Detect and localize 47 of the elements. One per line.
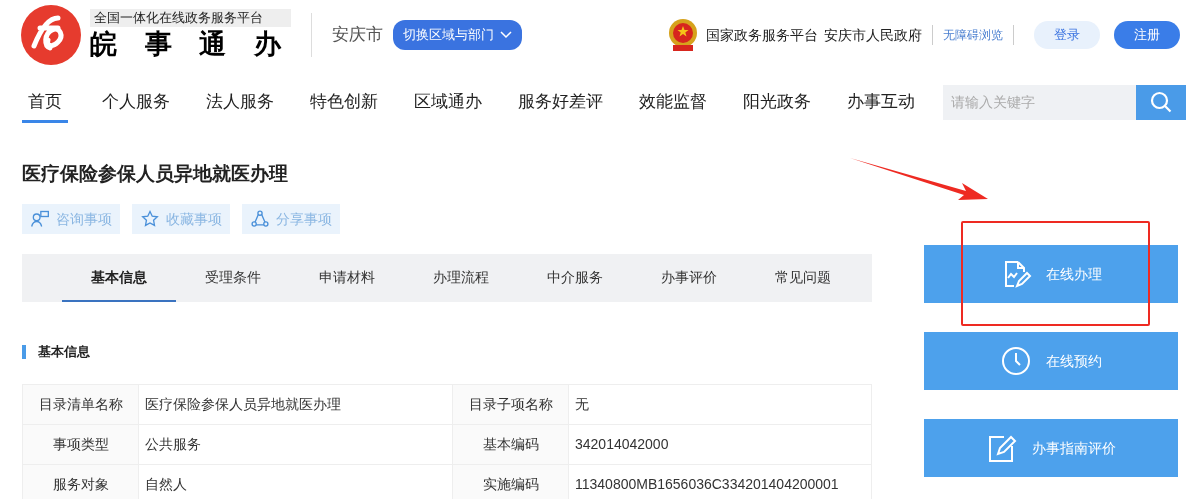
field-label: 实施编码 bbox=[452, 464, 569, 499]
nav-item[interactable]: 区域通办 bbox=[412, 80, 484, 124]
star-icon bbox=[140, 209, 160, 229]
nav-item[interactable]: 特色创新 bbox=[308, 80, 380, 124]
tab[interactable]: 受理条件 bbox=[176, 254, 290, 302]
tab[interactable]: 中介服务 bbox=[518, 254, 632, 302]
tab[interactable]: 办理流程 bbox=[404, 254, 518, 302]
nav-item[interactable]: 首页 bbox=[22, 80, 68, 124]
register-button[interactable]: 注册 bbox=[1114, 21, 1180, 49]
nav-item[interactable]: 效能监督 bbox=[637, 80, 709, 124]
emblem-icon bbox=[668, 18, 698, 52]
field-label: 基本编码 bbox=[452, 424, 569, 464]
field-value: 无 bbox=[568, 384, 872, 424]
nav-item[interactable]: 法人服务 bbox=[204, 80, 276, 124]
nav-item[interactable]: 个人服务 bbox=[100, 80, 172, 124]
search-field[interactable]: 请输入关键字 bbox=[943, 84, 1136, 120]
tab[interactable]: 基本信息 bbox=[62, 254, 176, 302]
share-icon bbox=[250, 209, 270, 229]
region-switch-button[interactable]: 切换区域与部门 bbox=[392, 20, 522, 50]
platform-tagline: 全国一体化在线政务服务平台 bbox=[90, 9, 291, 27]
tab[interactable]: 常见问题 bbox=[746, 254, 860, 302]
field-value: 342014042000 bbox=[568, 424, 872, 464]
city-name: 安庆市 bbox=[331, 24, 383, 47]
national-platform-link[interactable]: 国家政务服务平台 bbox=[706, 24, 818, 46]
search-button[interactable] bbox=[1136, 84, 1186, 120]
accessibility-link[interactable]: 无障碍浏览 bbox=[943, 26, 1003, 44]
people-chat-icon bbox=[30, 209, 50, 229]
brand-name: 皖 事 通 办 bbox=[90, 28, 291, 61]
nav-item[interactable]: 服务好差评 bbox=[516, 80, 605, 124]
login-button[interactable]: 登录 bbox=[1034, 21, 1100, 49]
field-value: 公共服务 bbox=[138, 424, 453, 464]
field-label: 目录清单名称 bbox=[22, 384, 139, 424]
search-icon bbox=[1149, 90, 1173, 114]
nav-item[interactable]: 阳光政务 bbox=[741, 80, 813, 124]
city-government-link[interactable]: 安庆市人民政府 bbox=[824, 24, 922, 46]
field-label: 目录子项名称 bbox=[452, 384, 569, 424]
field-value: 医疗保险参保人员异地就医办理 bbox=[138, 384, 453, 424]
tab[interactable]: 申请材料 bbox=[290, 254, 404, 302]
section-title: 基本信息 bbox=[38, 343, 90, 361]
clock-icon bbox=[1000, 345, 1032, 377]
field-label: 服务对象 bbox=[22, 464, 139, 499]
nav-item[interactable]: 办事互动 bbox=[845, 80, 917, 124]
chevron-down-icon bbox=[499, 31, 512, 39]
page-title: 医疗保险参保人员异地就医办理 bbox=[22, 162, 289, 186]
field-label: 事项类型 bbox=[22, 424, 139, 464]
logo-icon bbox=[20, 4, 82, 66]
tab[interactable]: 办事评价 bbox=[632, 254, 746, 302]
